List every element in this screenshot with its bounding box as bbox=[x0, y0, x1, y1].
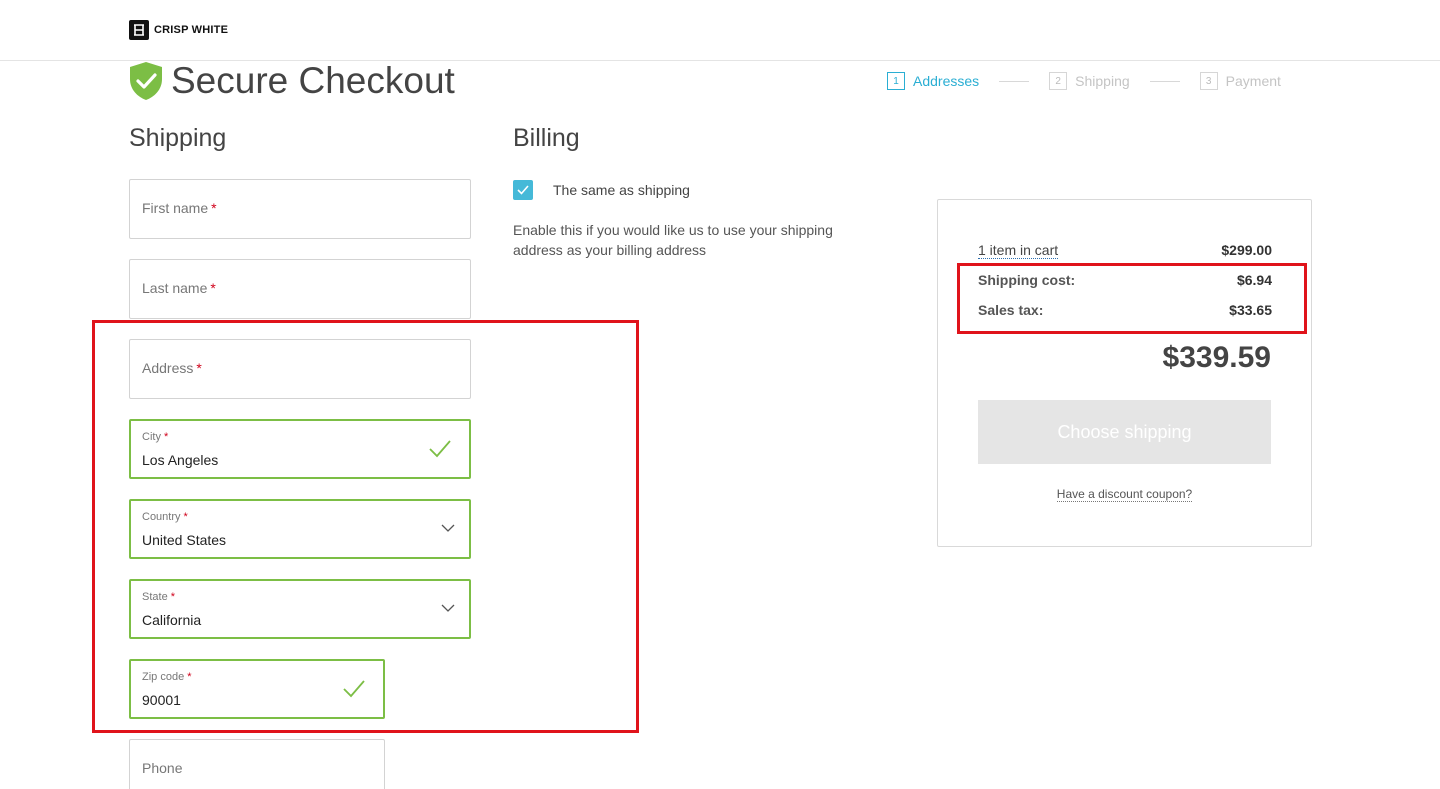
required-marker: * bbox=[170, 591, 175, 603]
last-name-field[interactable]: Last name * bbox=[129, 259, 471, 319]
step-divider bbox=[1149, 80, 1180, 82]
shipping-cost-label: Shipping cost: bbox=[978, 272, 1076, 288]
phone-placeholder: Phone bbox=[142, 760, 183, 776]
top-bar: CRISP WHITE bbox=[0, 0, 1440, 61]
cart-row: 1 item in cart $299.00 bbox=[978, 242, 1272, 259]
checkout-steps: 1 Addresses 2 Shipping 3 Payment bbox=[887, 72, 1281, 90]
cart-link[interactable]: 1 item in cart bbox=[978, 242, 1059, 259]
coupon-row: Have a discount coupon? bbox=[938, 487, 1311, 502]
sales-tax-amount: $33.65 bbox=[1229, 302, 1272, 318]
check-icon bbox=[343, 680, 365, 698]
first-name-placeholder: First name * bbox=[142, 200, 217, 216]
brand-logo[interactable]: CRISP WHITE bbox=[129, 20, 228, 40]
zip-code-label: Zip code * bbox=[142, 671, 192, 683]
address-placeholder: Address * bbox=[142, 360, 202, 376]
required-marker: * bbox=[211, 200, 217, 216]
shield-check-icon bbox=[130, 62, 162, 100]
phone-field[interactable]: Phone bbox=[129, 739, 385, 789]
check-icon bbox=[429, 440, 451, 458]
shipping-title: Shipping bbox=[129, 124, 227, 152]
country-value: United States bbox=[142, 532, 227, 548]
step-number: 2 bbox=[1049, 72, 1068, 90]
same-as-shipping-option[interactable]: The same as shipping bbox=[513, 180, 690, 200]
city-label: City * bbox=[142, 431, 169, 443]
step-payment[interactable]: 3 Payment bbox=[1199, 72, 1281, 90]
step-label: Shipping bbox=[1075, 73, 1130, 89]
state-label: State * bbox=[142, 591, 175, 603]
step-number: 3 bbox=[1199, 72, 1218, 90]
billing-title: Billing bbox=[513, 124, 580, 152]
checkmark-icon bbox=[517, 185, 529, 195]
state-value: California bbox=[142, 612, 202, 628]
order-summary: 1 item in cart $299.00 Shipping cost: $6… bbox=[937, 199, 1312, 547]
discount-coupon-link[interactable]: Have a discount coupon? bbox=[1056, 487, 1193, 502]
step-number: 1 bbox=[887, 72, 905, 90]
same-as-shipping-label: The same as shipping bbox=[553, 182, 690, 198]
last-name-placeholder: Last name * bbox=[142, 280, 216, 296]
order-total: $339.59 bbox=[1162, 341, 1271, 374]
page-header: Secure Checkout bbox=[129, 60, 455, 102]
city-value: Los Angeles bbox=[142, 452, 219, 468]
zip-code-value: 90001 bbox=[142, 692, 181, 708]
required-marker: * bbox=[187, 671, 192, 683]
choose-shipping-button[interactable]: Choose shipping bbox=[978, 400, 1271, 464]
step-label: Payment bbox=[1225, 73, 1281, 89]
country-select[interactable]: Country * United States bbox=[129, 499, 471, 559]
page-title: Secure Checkout bbox=[171, 60, 455, 101]
state-select[interactable]: State * California bbox=[129, 579, 471, 639]
step-label: Addresses bbox=[913, 73, 980, 89]
shipping-cost-row: Shipping cost: $6.94 bbox=[978, 272, 1272, 288]
required-marker: * bbox=[210, 280, 216, 296]
country-label: Country * bbox=[142, 511, 188, 523]
step-shipping[interactable]: 2 Shipping bbox=[1049, 72, 1130, 90]
brand-logo-icon bbox=[129, 20, 149, 40]
billing-help-text: Enable this if you would like us to use … bbox=[513, 222, 833, 258]
city-field[interactable]: City * Los Angeles bbox=[129, 419, 471, 479]
chevron-down-icon bbox=[441, 604, 455, 612]
required-marker: * bbox=[196, 360, 202, 376]
same-as-shipping-checkbox[interactable] bbox=[513, 180, 533, 200]
required-marker: * bbox=[183, 511, 188, 523]
sales-tax-row: Sales tax: $33.65 bbox=[978, 302, 1272, 318]
required-marker: * bbox=[163, 431, 169, 443]
brand-name: CRISP WHITE bbox=[154, 24, 229, 36]
shipping-cost-amount: $6.94 bbox=[1236, 272, 1272, 288]
sales-tax-label: Sales tax: bbox=[978, 302, 1044, 318]
step-divider bbox=[999, 80, 1030, 82]
first-name-field[interactable]: First name * bbox=[129, 179, 471, 239]
step-addresses[interactable]: 1 Addresses bbox=[887, 72, 979, 90]
cart-amount: $299.00 bbox=[1221, 242, 1272, 258]
zip-code-field[interactable]: Zip code * 90001 bbox=[129, 659, 385, 719]
chevron-down-icon bbox=[441, 524, 455, 532]
address-field[interactable]: Address * bbox=[129, 339, 471, 399]
